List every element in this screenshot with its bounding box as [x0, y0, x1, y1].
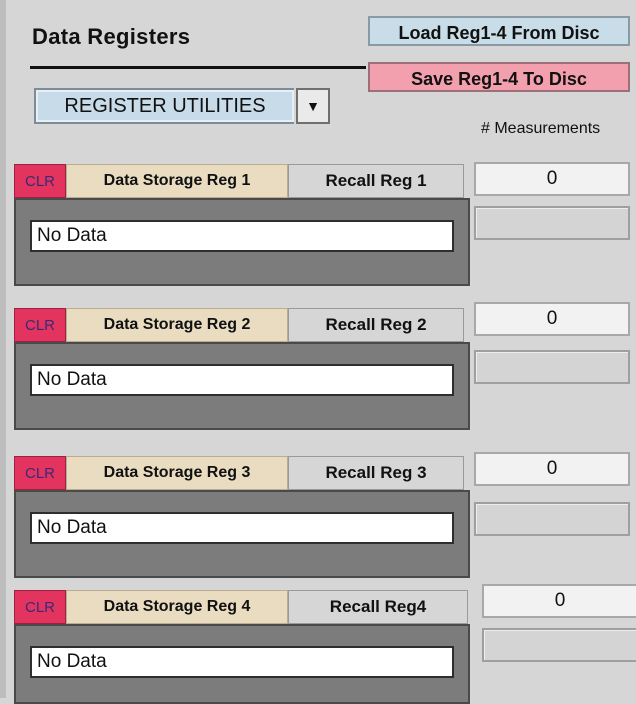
clear-register-3-button[interactable]: CLR — [14, 456, 66, 490]
register-3-panel: No Data — [14, 490, 470, 578]
register-2-panel: No Data — [14, 342, 470, 430]
register-2-measurements-count: 0 — [474, 302, 630, 336]
register-3-info-box — [474, 502, 630, 536]
register-3-value-field: No Data — [30, 512, 454, 544]
register-4-value-field: No Data — [30, 646, 454, 678]
clear-register-1-button[interactable]: CLR — [14, 164, 66, 198]
window-left-edge — [0, 0, 6, 698]
register-1-measurements-count: 0 — [474, 162, 630, 196]
register-4-measurements-count: 0 — [482, 584, 636, 618]
store-register-1-button[interactable]: Data Storage Reg 1 — [66, 164, 288, 198]
register-utilities-value[interactable]: REGISTER UTILITIES — [34, 88, 294, 124]
clear-register-2-button[interactable]: CLR — [14, 308, 66, 342]
title-divider — [30, 66, 366, 69]
register-4-info-box — [482, 628, 636, 662]
register-1-panel: No Data — [14, 198, 470, 286]
save-registers-button[interactable]: Save Reg1-4 To Disc — [368, 62, 630, 92]
store-register-4-button[interactable]: Data Storage Reg 4 — [66, 590, 288, 624]
panel-title: Data Registers — [32, 24, 191, 49]
register-1-info-box — [474, 206, 630, 240]
register-1-value-field: No Data — [30, 220, 454, 252]
recall-register-3-button[interactable]: Recall Reg 3 — [288, 456, 464, 490]
store-register-2-button[interactable]: Data Storage Reg 2 — [66, 308, 288, 342]
store-register-3-button[interactable]: Data Storage Reg 3 — [66, 456, 288, 490]
clear-register-4-button[interactable]: CLR — [14, 590, 66, 624]
register-2-info-box — [474, 350, 630, 384]
dropdown-arrow-icon[interactable]: ▼ — [296, 88, 330, 124]
register-2-value-field: No Data — [30, 364, 454, 396]
recall-register-4-button[interactable]: Recall Reg4 — [288, 590, 468, 624]
register-utilities-dropdown[interactable]: REGISTER UTILITIES ▼ — [34, 88, 330, 124]
register-3-measurements-count: 0 — [474, 452, 630, 486]
recall-register-2-button[interactable]: Recall Reg 2 — [288, 308, 464, 342]
load-registers-button[interactable]: Load Reg1-4 From Disc — [368, 16, 630, 46]
register-4-panel: No Data — [14, 624, 470, 704]
measurements-column-label: # Measurements — [481, 120, 601, 137]
recall-register-1-button[interactable]: Recall Reg 1 — [288, 164, 464, 198]
